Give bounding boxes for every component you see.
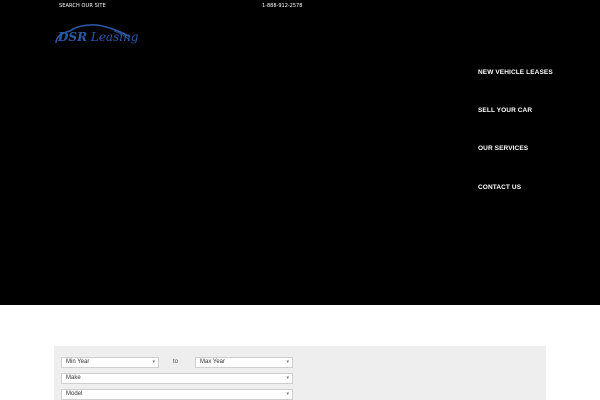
max-year-value: Max Year xyxy=(200,359,226,365)
nav-our-services[interactable]: OUR SERVICES xyxy=(478,145,528,152)
phone-number[interactable]: 1-888-912-2578 xyxy=(262,3,302,9)
model-value: Model xyxy=(66,391,83,397)
nav-contact-us[interactable]: CONTACT US xyxy=(478,184,521,191)
chevron-down-icon: ▾ xyxy=(286,391,289,397)
model-select[interactable]: Model ▾ xyxy=(61,389,293,400)
min-year-value: Min Year xyxy=(66,359,90,365)
to-label: to xyxy=(173,359,179,365)
chevron-down-icon: ▾ xyxy=(152,359,155,365)
logo-text: DSR Leasing xyxy=(58,30,139,44)
logo-dsr: DSR xyxy=(58,30,88,44)
site-logo[interactable]: DSR Leasing xyxy=(54,21,139,47)
chevron-down-icon: ▾ xyxy=(286,359,289,365)
logo-leasing: Leasing xyxy=(87,30,139,44)
chevron-down-icon: ▾ xyxy=(286,375,289,381)
search-site-link[interactable]: SEARCH OUR SITE xyxy=(59,3,106,9)
make-select[interactable]: Make ▾ xyxy=(61,373,293,384)
max-year-select[interactable]: Max Year ▾ xyxy=(195,357,293,368)
nav-new-vehicle-leases[interactable]: NEW VEHICLE LEASES xyxy=(478,69,553,76)
make-value: Make xyxy=(66,375,81,381)
min-year-select[interactable]: Min Year ▾ xyxy=(61,357,159,368)
nav-sell-your-car[interactable]: SELL YOUR CAR xyxy=(478,107,532,114)
hero-banner: SEARCH OUR SITE 1-888-912-2578 DSR Leasi… xyxy=(0,0,600,305)
